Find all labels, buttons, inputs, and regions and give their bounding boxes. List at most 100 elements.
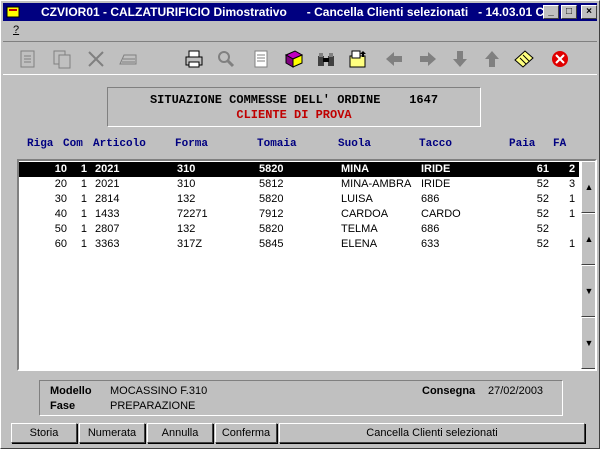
cell-riga: 30 xyxy=(54,193,67,205)
menu-help[interactable]: ? xyxy=(13,24,19,36)
cell-forma: 310 xyxy=(177,163,196,175)
cell-paia: 52 xyxy=(536,193,549,205)
cell-fa: 1 xyxy=(569,193,576,205)
cell-paia: 52 xyxy=(536,208,549,220)
table-row[interactable]: 60 1 3363 317Z 5845 ELENA 633 52 1 xyxy=(19,237,579,252)
arrow-right-icon[interactable] xyxy=(415,47,441,71)
modello-label: Modello xyxy=(50,385,92,397)
delete-x-icon[interactable] xyxy=(83,47,109,71)
table-row[interactable]: 40 1 1433 72271 7912 CARDOA CARDO 52 1 xyxy=(19,207,579,222)
cell-forma: 72271 xyxy=(177,208,208,220)
cell-com: 1 xyxy=(80,193,87,205)
col-articolo[interactable]: Articolo xyxy=(93,138,146,150)
vertical-scrollbar[interactable]: ▲ ▲ ▼ ▼ xyxy=(581,161,595,369)
cell-tacco: 686 xyxy=(421,193,440,205)
list-edit-icon[interactable] xyxy=(249,47,275,71)
modello-value: MOCASSINO F.310 xyxy=(110,385,208,397)
cell-forma: 310 xyxy=(177,178,196,190)
cell-paia: 52 xyxy=(536,223,549,235)
app-icon xyxy=(5,4,21,20)
cell-tomaia: 5812 xyxy=(259,178,284,190)
col-forma[interactable]: Forma xyxy=(175,138,208,150)
cell-articolo: 2021 xyxy=(95,178,120,190)
cell-tomaia: 7912 xyxy=(259,208,284,220)
keyboard-icon[interactable] xyxy=(115,47,141,71)
fase-label: Fase xyxy=(50,400,76,412)
scroll-page-up-icon[interactable]: ▲ xyxy=(581,213,595,265)
toolbar xyxy=(3,41,597,75)
col-tacco[interactable]: Tacco xyxy=(419,138,452,150)
arrow-down-icon[interactable] xyxy=(447,47,473,71)
window-title: CZVIOR01 - CALZATURIFICIO Dimostrativo -… xyxy=(41,5,552,19)
table-row[interactable]: 10 1 2021 310 5820 MINA IRIDE 61 2 xyxy=(19,162,579,177)
scroll-top-icon[interactable]: ▲ xyxy=(581,161,595,213)
magnifier-icon[interactable] xyxy=(213,47,239,71)
title-bar[interactable]: CZVIOR01 - CALZATURIFICIO Dimostrativo -… xyxy=(3,3,597,21)
col-com[interactable]: Com xyxy=(63,138,83,150)
consegna-label: Consegna xyxy=(422,385,476,397)
cell-tacco: IRIDE xyxy=(421,163,451,175)
cell-com: 1 xyxy=(80,163,87,175)
cell-tomaia: 5820 xyxy=(259,193,284,205)
main-window: CZVIOR01 - CALZATURIFICIO Dimostrativo -… xyxy=(0,0,600,449)
cell-articolo: 2807 xyxy=(95,223,120,235)
calculator-icon[interactable] xyxy=(511,47,537,71)
button-bar: Storia Numerata Annulla Conferma Cancell… xyxy=(3,420,597,446)
close-button[interactable]: × xyxy=(581,5,597,19)
folder-up-icon[interactable] xyxy=(345,47,371,71)
cancella-clienti-button[interactable]: Cancella Clienti selezionati xyxy=(279,423,585,443)
conferma-button[interactable]: Conferma xyxy=(215,423,277,443)
order-title: SITUAZIONE COMMESSE DELL' ORDINE 1647 xyxy=(149,93,439,107)
cell-riga: 60 xyxy=(54,238,67,250)
cell-tomaia: 5820 xyxy=(259,223,284,235)
cell-paia: 61 xyxy=(536,163,549,175)
cell-riga: 20 xyxy=(54,178,67,190)
cell-articolo: 3363 xyxy=(95,238,120,250)
printer-icon[interactable] xyxy=(181,47,207,71)
copy-doc-icon[interactable] xyxy=(49,47,75,71)
cell-tacco: CARDO xyxy=(421,208,461,220)
cell-com: 1 xyxy=(80,178,87,190)
cell-fa: 3 xyxy=(569,178,576,190)
cell-articolo: 2814 xyxy=(95,193,120,205)
arrow-up-icon[interactable] xyxy=(479,47,505,71)
arrow-left-icon[interactable] xyxy=(381,47,407,71)
maximize-button[interactable]: □ xyxy=(561,5,577,19)
binoculars-icon[interactable] xyxy=(313,47,339,71)
col-fa[interactable]: FA xyxy=(553,138,566,150)
table-row[interactable]: 30 1 2814 132 5820 LUISA 686 52 1 xyxy=(19,192,579,207)
cell-suola: LUISA xyxy=(341,193,373,205)
book-icon[interactable] xyxy=(281,47,307,71)
cell-suola: MINA-AMBRA xyxy=(341,178,412,190)
col-tomaia[interactable]: Tomaia xyxy=(257,138,297,150)
cell-forma: 132 xyxy=(177,223,196,235)
annulla-button[interactable]: Annulla xyxy=(147,423,213,443)
cell-com: 1 xyxy=(80,208,87,220)
cell-paia: 52 xyxy=(536,178,549,190)
cell-suola: ELENA xyxy=(341,238,378,250)
cell-riga: 10 xyxy=(54,163,67,175)
table-row[interactable]: 20 1 2021 310 5812 MINA-AMBRA IRIDE 52 3 xyxy=(19,177,579,192)
minimize-button[interactable]: _ xyxy=(543,5,559,19)
numerata-button[interactable]: Numerata xyxy=(79,423,145,443)
col-paia[interactable]: Paia xyxy=(509,138,535,150)
col-suola[interactable]: Suola xyxy=(338,138,371,150)
scroll-bottom-icon[interactable]: ▼ xyxy=(581,317,595,369)
cell-tomaia: 5845 xyxy=(259,238,284,250)
exit-icon[interactable] xyxy=(547,47,573,71)
col-riga[interactable]: Riga xyxy=(27,138,53,150)
customer-name: CLIENTE DI PROVA xyxy=(236,108,352,122)
cell-fa: 1 xyxy=(569,208,576,220)
main-area: SITUAZIONE COMMESSE DELL' ORDINE 1647 CL… xyxy=(3,77,597,417)
storia-button[interactable]: Storia xyxy=(11,423,77,443)
cell-com: 1 xyxy=(80,223,87,235)
cell-forma: 317Z xyxy=(177,238,203,250)
scroll-page-down-icon[interactable]: ▼ xyxy=(581,265,595,317)
fase-value: PREPARAZIONE xyxy=(110,400,196,412)
column-headers: Riga Com Articolo Forma Tomaia Suola Tac… xyxy=(3,138,597,154)
order-lines-grid: 10 1 2021 310 5820 MINA IRIDE 61 2 20 1 … xyxy=(17,159,597,371)
cell-tacco: IRIDE xyxy=(421,178,451,190)
cell-riga: 40 xyxy=(54,208,67,220)
table-row[interactable]: 50 1 2807 132 5820 TELMA 686 52 xyxy=(19,222,579,237)
new-doc-icon[interactable] xyxy=(15,47,41,71)
